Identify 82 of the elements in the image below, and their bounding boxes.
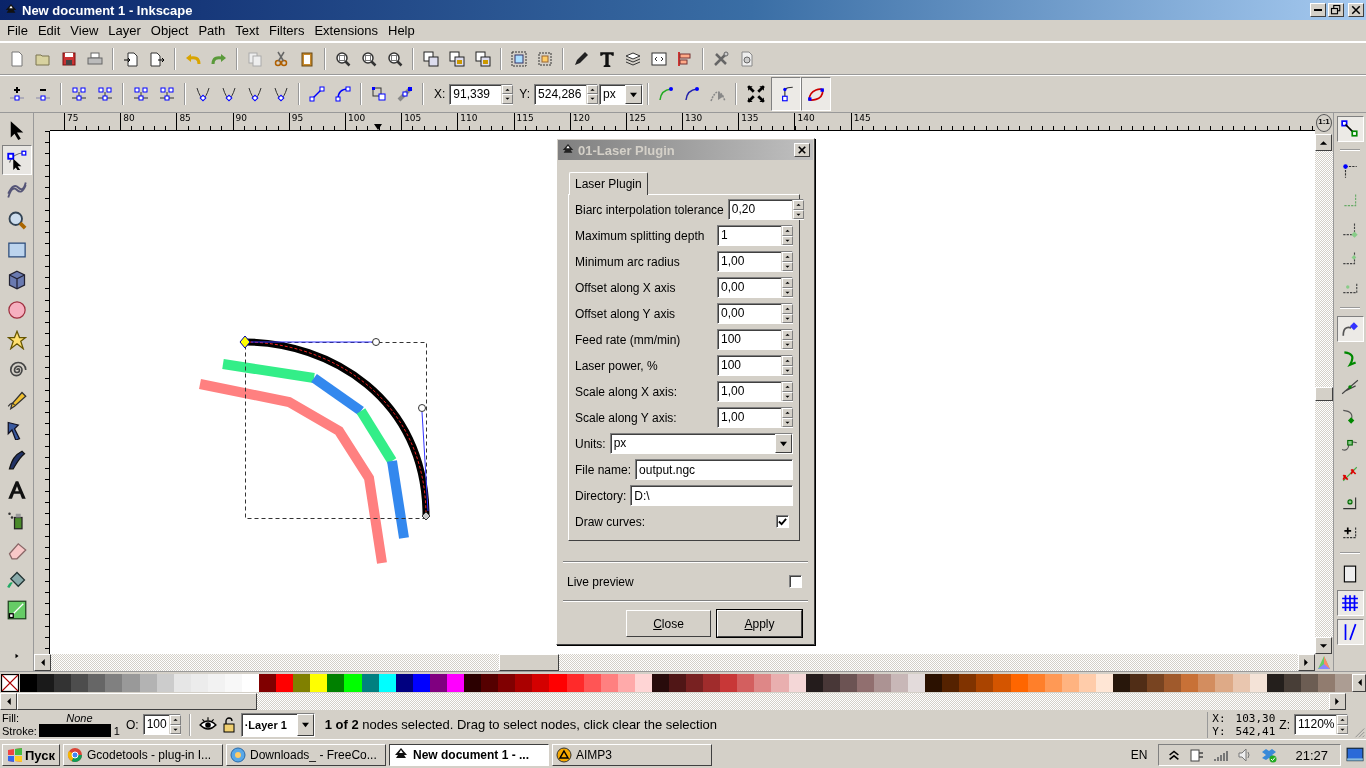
- field-label: Directory:: [575, 488, 627, 503]
- menu-item[interactable]: Help: [383, 23, 420, 38]
- menu-item[interactable]: View: [65, 23, 104, 38]
- field-label: Maximum splitting depth: [575, 228, 705, 243]
- window-title: New document 1 - Inkscape: [22, 2, 193, 18]
- field-label: Offset along Y axis: [575, 306, 676, 321]
- taskbar-button[interactable]: New document 1 - ...: [389, 744, 549, 766]
- number-field[interactable]: 100: [717, 355, 793, 376]
- menu-item[interactable]: Path: [193, 23, 231, 38]
- ruler-label: 115: [513, 113, 570, 130]
- field-label: Units:: [575, 436, 606, 451]
- menu-item[interactable]: Filters: [264, 23, 310, 38]
- x-label: X:: [1212, 711, 1226, 725]
- number-field[interactable]: 1,00: [717, 381, 793, 402]
- language-indicator[interactable]: EN: [1122, 748, 1156, 762]
- layer-dropdown[interactable]: ·Layer 1: [240, 712, 315, 737]
- number-field[interactable]: 1,00: [717, 407, 793, 428]
- field-label: Minimum arc radius: [575, 254, 680, 269]
- field-label: Live preview: [567, 574, 634, 589]
- ruler-label: 75: [64, 113, 121, 130]
- number-field[interactable]: 0,20: [727, 199, 804, 220]
- ruler-label: 80: [120, 113, 177, 130]
- field-label: File name:: [575, 462, 632, 477]
- start-button[interactable]: Пуск: [2, 744, 60, 766]
- field-label: Scale along X axis:: [575, 384, 678, 399]
- field-label: Scale along Y axis:: [575, 410, 677, 425]
- opacity-label: O:: [126, 717, 139, 732]
- menu-item[interactable]: Edit: [32, 23, 66, 38]
- ruler-label: 110: [457, 113, 514, 130]
- ruler-label: 125: [625, 113, 683, 130]
- ruler-label: 140: [794, 113, 851, 130]
- ruler-label: 135: [738, 113, 795, 130]
- field-label: Feed rate (mm/min): [575, 332, 681, 347]
- x-label: X:: [433, 87, 447, 101]
- ruler-label: 85: [176, 113, 233, 130]
- menu-item[interactable]: Extensions: [309, 23, 383, 38]
- ruler-label: 90: [232, 113, 289, 130]
- opacity-field[interactable]: 100: [142, 714, 181, 735]
- zoom-field[interactable]: 1120%: [1294, 714, 1348, 735]
- taskbar-button[interactable]: Gcodetools - plug-in I...: [63, 744, 223, 766]
- text-field[interactable]: output.ngc: [635, 459, 793, 480]
- menu-item[interactable]: Object: [145, 23, 194, 38]
- number-field[interactable]: 0,00: [717, 303, 793, 324]
- x-field[interactable]: 91,339: [449, 83, 514, 105]
- zoom-label: Z:: [1279, 717, 1290, 732]
- clock: 21:27: [1295, 747, 1328, 763]
- number-field[interactable]: 100: [717, 329, 793, 350]
- dialog-button[interactable]: Apply: [717, 610, 802, 637]
- fill-label: Fill:: [2, 712, 21, 724]
- status-message: 1 of 2 nodes selected. Drag to select nodes, click clear the selection: [324, 717, 718, 732]
- ruler-label: 95: [288, 113, 345, 130]
- field-label: Draw curves:: [575, 514, 645, 529]
- ruler-label: 145: [850, 113, 907, 130]
- taskbar-button[interactable]: AIMP3: [552, 744, 712, 766]
- taskbar-button[interactable]: Downloads_ - FreeCo...: [226, 744, 386, 766]
- dialog-title: 01-Laser Plugin: [578, 142, 675, 158]
- y-label: Y:: [518, 87, 532, 101]
- field-label: Offset along X axis: [575, 280, 676, 295]
- field-label: Biarc interpolation tolerance: [575, 202, 724, 217]
- vertical-scrollbar[interactable]: 1:1: [1315, 113, 1333, 654]
- y-field[interactable]: 524,286: [534, 83, 599, 105]
- tab[interactable]: Laser Plugin: [569, 172, 648, 195]
- unit-dropdown[interactable]: px: [599, 83, 644, 105]
- number-field[interactable]: 1,00: [717, 251, 793, 272]
- menu-item[interactable]: Layer: [103, 23, 146, 38]
- menu-item[interactable]: Text: [230, 23, 264, 38]
- dialog-button[interactable]: Close: [626, 610, 711, 637]
- stroke-width: 1: [113, 724, 120, 737]
- ruler-label: 105: [401, 113, 458, 130]
- stroke-label: Stroke:: [2, 724, 37, 737]
- units-dropdown[interactable]: px: [609, 433, 793, 454]
- y-label: Y:: [1212, 724, 1226, 738]
- ruler-label: 130: [682, 113, 739, 130]
- y-coordinate: 542,41: [1235, 724, 1276, 738]
- fill-value: None: [65, 712, 94, 724]
- text-field[interactable]: D:\: [630, 485, 793, 506]
- number-field[interactable]: 0,00: [717, 277, 793, 298]
- field-label: Laser power, %: [575, 358, 658, 373]
- menu-item[interactable]: File: [2, 23, 33, 38]
- x-coordinate: 103,30: [1235, 711, 1276, 725]
- number-field[interactable]: 1: [717, 225, 793, 246]
- ruler-label: 120: [569, 113, 626, 130]
